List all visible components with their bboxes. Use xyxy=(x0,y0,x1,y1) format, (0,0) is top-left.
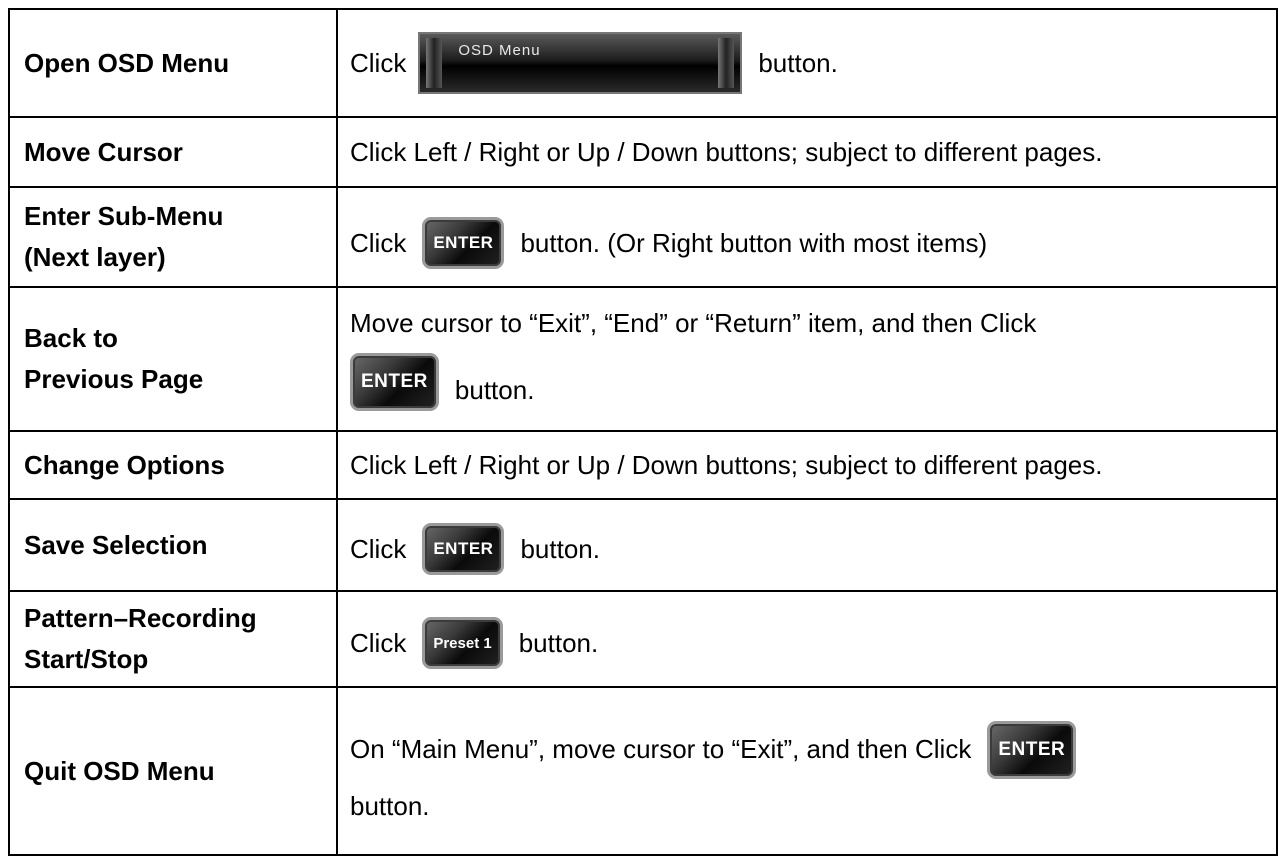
click-text: Click xyxy=(350,47,407,78)
table-row: Back to Previous Page Move cursor to “Ex… xyxy=(8,286,1278,432)
button-text: button. xyxy=(520,533,600,564)
table-row: Enter Sub-Menu (Next layer) Click ENTER … xyxy=(8,186,1278,288)
row-description: Click ENTER button. xyxy=(336,498,1278,592)
table-row: Save Selection Click ENTER button. xyxy=(8,498,1278,592)
row-description: Click Left / Right or Up / Down buttons;… xyxy=(336,116,1278,188)
enter-key-icon: ENTER xyxy=(422,523,505,575)
table-row: Open OSD Menu Click OSD Menu button. xyxy=(8,8,1278,118)
row-label: Enter Sub-Menu (Next layer) xyxy=(8,186,338,288)
click-text: Click xyxy=(350,627,407,658)
click-text: Click xyxy=(350,533,407,564)
table-row: Pattern–Recording Start/Stop Click Prese… xyxy=(8,590,1278,688)
table-row: Change Options Click Left / Right or Up … xyxy=(8,430,1278,500)
row-label: Save Selection xyxy=(8,498,338,592)
row-label: Pattern–Recording Start/Stop xyxy=(8,590,338,688)
table-row: Move Cursor Click Left / Right or Up / D… xyxy=(8,116,1278,188)
enter-key-icon: ENTER xyxy=(422,217,505,269)
row-label: Move Cursor xyxy=(8,116,338,188)
click-text: Click xyxy=(350,227,407,258)
row-description: Click Preset 1 button. xyxy=(336,590,1278,688)
preset-key-icon: Preset 1 xyxy=(422,617,503,669)
row-description: On “Main Menu”, move cursor to “Exit”, a… xyxy=(336,686,1278,856)
row-label: Open OSD Menu xyxy=(8,8,338,118)
button-text: button. xyxy=(518,627,599,658)
button-text: button. xyxy=(454,375,535,405)
row-description: Click ENTER button. (Or Right button wit… xyxy=(336,186,1278,288)
osd-menu-button-label: OSD Menu xyxy=(458,42,541,59)
row-description: Click Left / Right or Up / Down buttons;… xyxy=(336,430,1278,500)
enter-key-icon: ENTER xyxy=(350,352,439,411)
table-row: Quit OSD Menu On “Main Menu”, move curso… xyxy=(8,686,1278,856)
enter-key-icon: ENTER xyxy=(987,720,1077,779)
button-text: button. xyxy=(758,47,838,78)
row-label: Change Options xyxy=(8,430,338,500)
row-label: Back to Previous Page xyxy=(8,286,338,432)
osd-menu-button[interactable]: OSD Menu xyxy=(418,32,743,94)
row-label: Quit OSD Menu xyxy=(8,686,338,856)
osd-instructions-table: Open OSD Menu Click OSD Menu button. Mov… xyxy=(8,8,1278,856)
button-text: button. (Or Right button with most items… xyxy=(520,227,988,258)
row-description: Move cursor to “Exit”, “End” or “Return”… xyxy=(336,286,1278,432)
row-description: Click OSD Menu button. xyxy=(336,8,1278,118)
